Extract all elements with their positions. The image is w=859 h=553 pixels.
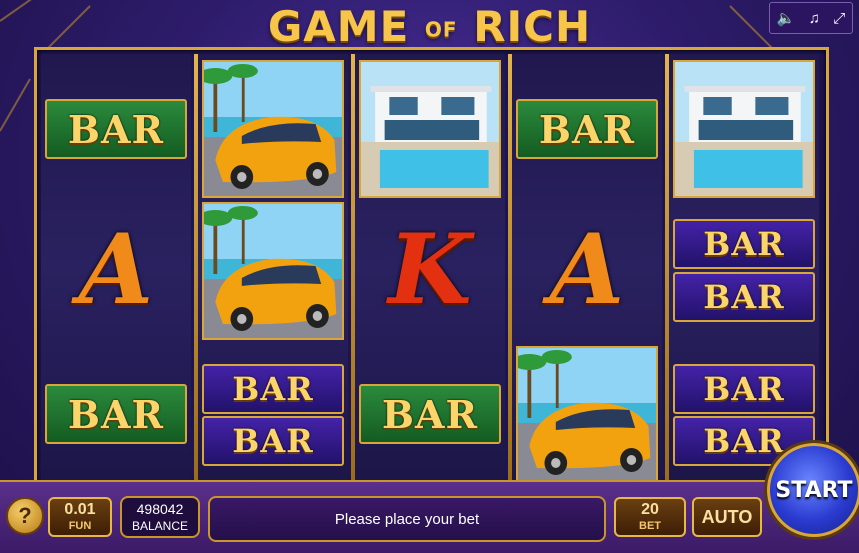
bar-symbol: BAR [202,364,344,414]
bar-symbol-label: BAR [232,370,314,408]
bar-symbol: BAR [516,99,658,159]
letter-symbol-label: A [78,212,154,326]
fullscreen-icon[interactable]: ⤢ [833,10,845,27]
game-stage: GAME OF RICH 🔈 ♫ ⤢ BAR A BAR BAR BAR K BAR BAR A… [0,0,859,553]
bar-symbol: BAR [202,416,344,466]
letter-symbol-label: K [388,212,472,326]
bar-symbol: BAR [359,384,501,444]
title-word-3: RICH [473,2,592,51]
bar-symbol-label: BAR [703,225,785,263]
auto-button[interactable]: AUTO [692,497,762,537]
bar-symbol-label: BAR [703,278,785,316]
status-message: Please place your bet [334,510,480,528]
message-box: Please place your bet [208,496,606,542]
bet-label: BET [639,520,661,532]
coin-value: 0.01 [64,501,96,518]
reel-2: BAR BAR [198,54,348,480]
game-title: GAME OF RICH [0,2,859,51]
coin-label: FUN [68,520,92,532]
title-word-1: GAME [267,2,410,51]
bar-symbol-label: BAR [538,106,636,152]
start-label: START [775,477,853,503]
bar-symbol: BAR [673,219,815,269]
villa-pool-symbol [673,60,815,198]
letter-symbol-label: A [549,212,625,326]
reel-5: BAR BAR BAR BAR [669,54,819,480]
bar-symbol: BAR [673,364,815,414]
letter-symbol-a: A [516,174,658,364]
bar-symbol: BAR [673,272,815,322]
balance-box: 498042 BALANCE [120,496,200,538]
sports-car-symbol [516,346,658,484]
bar-symbol: BAR [45,99,187,159]
reel-4: BAR A [512,54,662,484]
coin-value-button[interactable]: 0.01 FUN [48,497,112,537]
music-icon[interactable]: ♫ [809,10,820,27]
letter-symbol-a: A [45,174,187,364]
bar-symbol-label: BAR [703,422,785,460]
title-word-2: OF [424,17,458,42]
reel-3: K BAR [355,54,505,480]
letter-symbol-k: K [359,174,501,364]
reels-frame: BAR A BAR BAR BAR K BAR BAR A BAR BAR BAR BAR [34,47,829,486]
bar-symbol-label: BAR [67,391,165,437]
sports-car-symbol [202,202,344,340]
bet-value: 20 [641,501,659,518]
bar-symbol: BAR [45,384,187,444]
sports-car-symbol [202,60,344,198]
bar-symbol-label: BAR [232,422,314,460]
reel-1: BAR A BAR [41,54,191,480]
decorative-line [0,78,31,132]
bar-symbol-label: BAR [67,106,165,152]
top-icons-bar: 🔈 ♫ ⤢ [769,2,853,34]
help-button[interactable]: ? [6,497,44,535]
speaker-icon[interactable]: 🔈 [777,9,796,27]
bar-symbol-label: BAR [381,391,479,437]
balance-value: 498042 [136,501,184,517]
bet-button[interactable]: 20 BET [614,497,686,537]
balance-label: BALANCE [131,519,189,533]
auto-label: AUTO [701,506,753,527]
help-label: ? [18,503,32,528]
start-button[interactable]: START [767,443,859,537]
bar-symbol-label: BAR [703,370,785,408]
